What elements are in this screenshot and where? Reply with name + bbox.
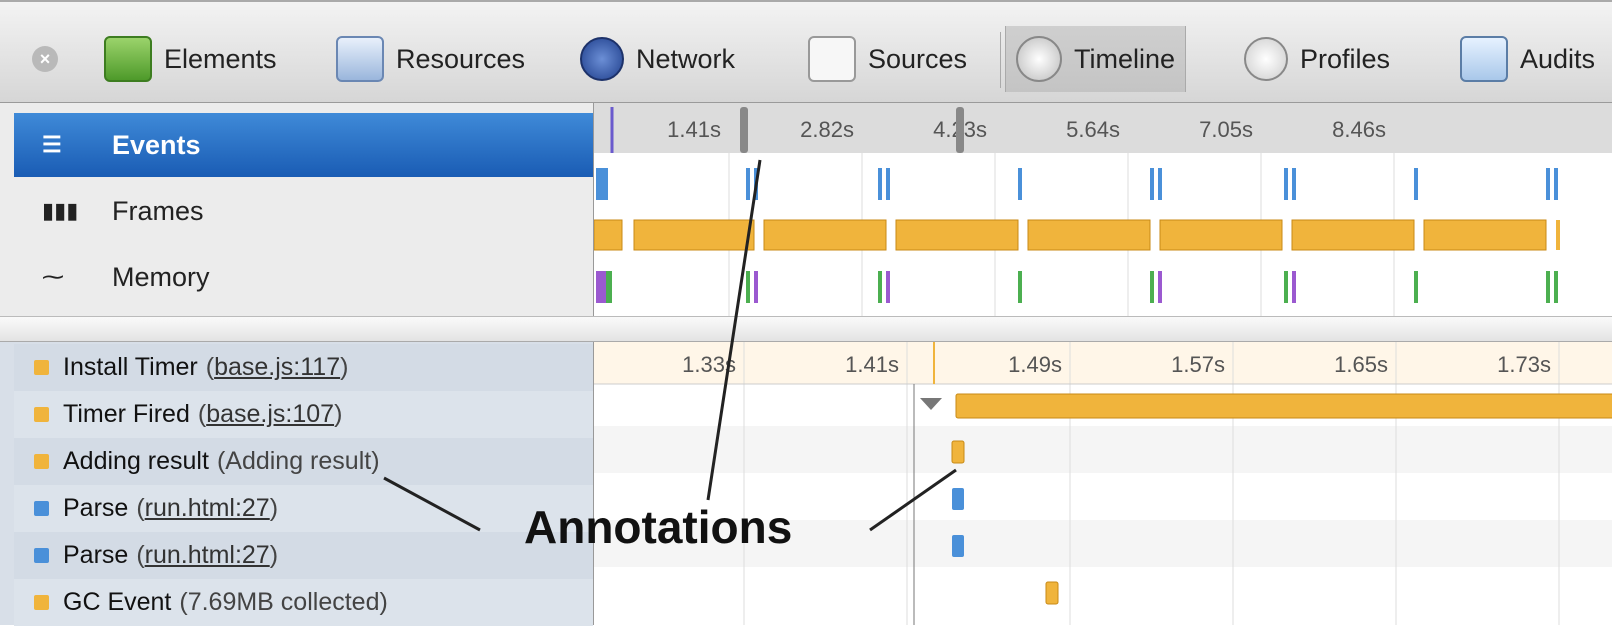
frames-icon: ▮▮▮ <box>42 198 79 223</box>
records-list: Install Timer (base.js:117) Timer Fired (ba… <box>0 342 593 626</box>
tab-network[interactable]: Network <box>580 26 735 92</box>
record-detail[interactable]: (base.js:117) <box>206 353 349 382</box>
gc-event-bar[interactable] <box>1045 581 1059 605</box>
list-item[interactable]: Parse (run.html:27) <box>14 532 593 579</box>
close-icon[interactable]: × <box>32 46 58 72</box>
overview-item-label: Frames <box>112 195 204 226</box>
tab-label: Audits <box>1520 43 1596 74</box>
record-detail[interactable]: (run.html:27) <box>136 494 278 523</box>
source-link[interactable]: run.html:27 <box>145 541 270 569</box>
tab-sources[interactable]: Sources <box>808 26 967 92</box>
tab-label: Network <box>636 43 736 74</box>
panel-splitter[interactable] <box>0 316 1612 342</box>
record-detail-text: 7.69MB collected <box>187 588 380 616</box>
source-link[interactable]: base.js:117 <box>214 353 340 381</box>
tick-label: 1.49s <box>1008 352 1062 377</box>
record-title: Parse <box>63 541 129 569</box>
record-color-icon <box>34 501 49 516</box>
timer-fired-bar[interactable] <box>955 393 1612 419</box>
record-title: Install Timer <box>63 353 198 381</box>
overview-item-label: Memory <box>112 261 210 292</box>
tick-label: 1.41s <box>667 117 721 142</box>
list-item[interactable]: Install Timer (base.js:117) <box>14 344 593 391</box>
tab-label: Elements <box>164 43 277 74</box>
record-color-icon <box>34 360 49 375</box>
record-detail-text: Adding result <box>225 447 372 475</box>
overview-item-frames[interactable]: ▮▮▮ Frames <box>14 179 593 243</box>
record-title: GC Event <box>63 588 172 616</box>
overview-item-memory[interactable]: ⁓ Memory <box>14 245 593 309</box>
record-title: Timer Fired <box>63 400 190 428</box>
list-item[interactable]: Adding result (Adding result) <box>14 438 593 485</box>
sources-icon <box>808 36 856 82</box>
tick-label: 2.82s <box>800 117 854 142</box>
tick-label: 8.46s <box>1332 117 1386 142</box>
parse-bar[interactable] <box>952 535 964 557</box>
source-link[interactable]: run.html:27 <box>145 494 270 522</box>
tab-resources[interactable]: Resources <box>336 26 525 92</box>
record-detail[interactable]: (base.js:107) <box>198 400 343 429</box>
annotation-label: Annotations <box>524 501 793 553</box>
list-item[interactable]: Parse (run.html:27) <box>14 485 593 532</box>
tick-label: 1.41s <box>845 352 899 377</box>
records-timeline[interactable]: 1.33s 1.41s 1.49s 1.57s 1.65s 1.73s <box>594 342 1612 625</box>
events-icon: ☰ <box>42 132 62 157</box>
tab-label: Sources <box>868 43 968 74</box>
window-left-handle[interactable] <box>740 107 748 153</box>
tab-label: Timeline <box>1074 43 1176 74</box>
record-detail[interactable]: (run.html:27) <box>136 541 278 570</box>
tab-elements[interactable]: Elements <box>104 26 277 92</box>
record-title: Parse <box>63 494 129 522</box>
window-right-handle[interactable] <box>956 107 964 153</box>
tick-label: 5.64s <box>1066 117 1120 142</box>
memory-icon: ⁓ <box>42 264 64 289</box>
panel-toolbar: × Elements Resources Network Sources Tim… <box>0 0 1612 103</box>
overview-sidebar: ☰ Events ▮▮▮ Frames ⁓ Memory <box>0 103 593 316</box>
list-item[interactable]: Timer Fired (base.js:107) <box>14 391 593 438</box>
tab-label: Resources <box>396 43 526 74</box>
tick-label: 1.73s <box>1497 352 1551 377</box>
elements-icon <box>104 36 152 82</box>
tab-timeline[interactable]: Timeline <box>1005 26 1187 92</box>
record-title: Adding result <box>63 447 209 475</box>
profiles-icon <box>1244 37 1288 81</box>
network-icon <box>580 37 624 81</box>
record-detail: (Adding result) <box>216 447 380 475</box>
adding-result-bar[interactable] <box>951 440 965 464</box>
overview-graph[interactable]: 1.41s2.82s4.23s5.64s7.05s8.46s <box>594 103 1612 316</box>
overview-item-label: Events <box>112 129 201 160</box>
audits-icon <box>1460 36 1508 82</box>
record-detail: (7.69MB collected) <box>179 588 388 616</box>
tick-label: 1.65s <box>1334 352 1388 377</box>
record-color-icon <box>34 548 49 563</box>
record-color-icon <box>34 454 49 469</box>
record-color-icon <box>34 595 49 610</box>
tick-label: 1.33s <box>682 352 736 377</box>
tick-label: 1.57s <box>1171 352 1225 377</box>
overview-item-events[interactable]: ☰ Events <box>14 113 593 177</box>
tab-profiles[interactable]: Profiles <box>1244 26 1390 92</box>
resources-icon <box>336 36 384 82</box>
list-item[interactable]: GC Event (7.69MB collected) <box>14 579 593 626</box>
source-link[interactable]: base.js:107 <box>206 400 334 428</box>
record-color-icon <box>34 407 49 422</box>
toolbar-separator <box>1000 32 1001 88</box>
parse-bar[interactable] <box>952 488 964 510</box>
tab-label: Profiles <box>1300 43 1391 74</box>
tab-audits[interactable]: Audits <box>1460 26 1595 92</box>
timeline-icon <box>1016 36 1062 82</box>
tick-label: 7.05s <box>1199 117 1253 142</box>
